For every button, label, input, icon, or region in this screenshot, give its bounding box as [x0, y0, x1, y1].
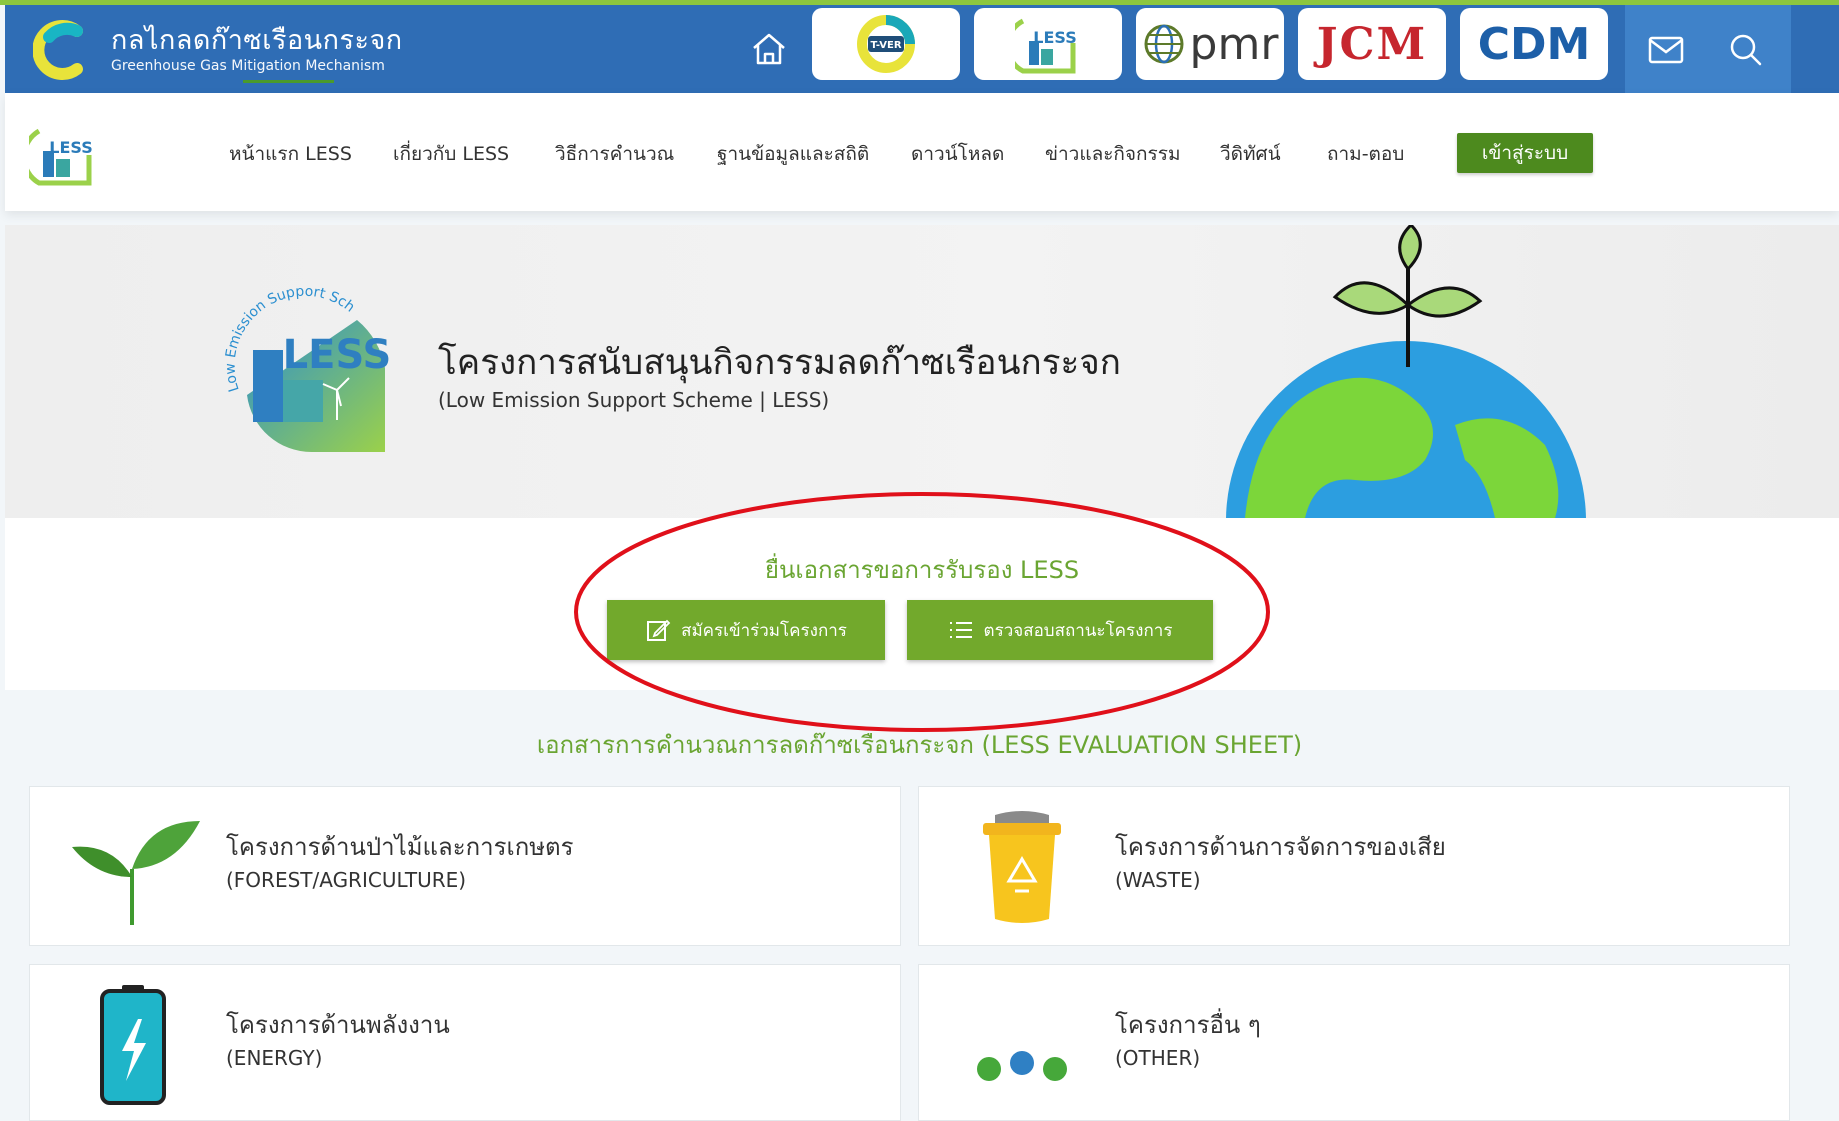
apply-project-button[interactable]: สมัครเข้าร่วมโครงการ: [607, 600, 885, 660]
card-title: โครงการด้านการจัดการของเสีย: [1115, 833, 1446, 861]
nav-item-news[interactable]: ข่าวและกิจกรรม: [1045, 139, 1181, 169]
cta-title: ยื่นเอกสารขอการรับรอง LESS: [764, 556, 1080, 584]
list-icon: [949, 622, 972, 638]
partner-cdm-button[interactable]: CDM: [1460, 8, 1608, 80]
brand-logo-icon: [33, 20, 83, 80]
partner-less-button[interactable]: LESS: [974, 8, 1122, 80]
card-other[interactable]: โครงการอื่น ๆ (OTHER): [918, 964, 1790, 1121]
card-title: โครงการด้านป่าไม้และการเกษตร: [226, 833, 574, 861]
nav-item-download[interactable]: ดาวน์โหลด: [911, 139, 1004, 169]
nav-item-home[interactable]: หน้าแรก LESS: [229, 139, 352, 169]
brand-subtitle: Greenhouse Gas Mitigation Mechanism: [111, 58, 385, 74]
nav-active-underline: [243, 80, 334, 83]
page: กลไกลดก๊าซเรือนกระจก Greenhouse Gas Miti…: [0, 0, 1839, 1121]
cta-section: ยื่นเอกสารขอการรับรอง LESS สมัครเข้าร่วม…: [5, 518, 1839, 690]
nav-item-database[interactable]: ฐานข้อมูลและสถิติ: [717, 139, 869, 169]
card-waste[interactable]: โครงการด้านการจัดการของเสีย (WASTE): [918, 786, 1790, 946]
nav-item-about[interactable]: เกี่ยวกับ LESS: [393, 139, 509, 169]
hero-title: โครงการสนับสนุนกิจกรรมลดก๊าซเรือนกระจก: [438, 343, 1121, 383]
nav-item-calculation[interactable]: วิธีการคำนวณ: [555, 139, 674, 169]
hero-logo-label: LESS: [283, 332, 392, 378]
brand-link[interactable]: กลไกลดก๊าซเรือนกระจก Greenhouse Gas Miti…: [33, 19, 403, 81]
mail-icon[interactable]: [1645, 32, 1687, 68]
less-partner-label: LESS: [1033, 28, 1076, 47]
cdm-label: CDM: [1477, 18, 1591, 70]
recycle-bin-icon: [983, 811, 1061, 923]
nav-item-video[interactable]: วีดิทัศน์: [1220, 139, 1281, 169]
card-subtitle: (OTHER): [1115, 1046, 1201, 1070]
nav-logo-label: LESS: [49, 138, 92, 157]
plant-globe-icon: [1226, 225, 1586, 518]
check-status-label: ตรวจสอบสถานะโครงการ: [983, 620, 1173, 641]
tver-label: T-VER: [870, 40, 901, 51]
partner-jcm-button[interactable]: JCM: [1298, 8, 1446, 80]
card-title: โครงการด้านพลังงาน: [226, 1011, 450, 1039]
sprout-icon: [72, 821, 200, 925]
hero-banner: Low Emission Support Scheme LESS โครงการ…: [5, 225, 1839, 518]
card-subtitle: (ENERGY): [226, 1046, 323, 1070]
tver-logo-icon: T-VER: [857, 15, 915, 73]
card-subtitle: (WASTE): [1115, 868, 1201, 892]
nav-less-logo[interactable]: LESS: [29, 121, 95, 187]
jcm-label: JCM: [1316, 18, 1428, 70]
apply-project-label: สมัครเข้าร่วมโครงการ: [681, 620, 847, 641]
card-title: โครงการอื่น ๆ: [1115, 1011, 1261, 1039]
home-icon[interactable]: [748, 28, 790, 70]
card-subtitle: (FOREST/AGRICULTURE): [226, 868, 467, 892]
pmr-label: pmr: [1189, 18, 1279, 70]
login-button[interactable]: เข้าสู่ระบบ: [1457, 133, 1593, 173]
partner-pmr-button[interactable]: pmr: [1136, 8, 1284, 80]
battery-icon: [100, 985, 166, 1105]
less-logo-icon: LESS: [1015, 18, 1077, 74]
nav-item-faq[interactable]: ถาม-ตอบ: [1327, 139, 1404, 169]
partner-tver-button[interactable]: T-VER: [812, 8, 960, 80]
hero-subtitle: (Low Emission Support Scheme | LESS): [438, 388, 830, 412]
search-icon[interactable]: [1726, 30, 1766, 70]
evaluation-title: เอกสารการคำนวณการลดก๊าซเรือนกระจก (LESS …: [536, 731, 1303, 759]
dots-icon: [977, 1051, 1067, 1081]
globe-icon: [1144, 24, 1184, 64]
main-nav: LESS หน้าแรก LESS เกี่ยวกับ LESS วิธีการ…: [5, 93, 1839, 211]
edit-icon: [647, 619, 671, 641]
brand-name: กลไกลดก๊าซเรือนกระจก: [111, 25, 403, 56]
hero-less-logo: Low Emission Support Scheme LESS: [217, 280, 392, 453]
card-forest-agriculture[interactable]: โครงการด้านป่าไม้และการเกษตร (FOREST/AGR…: [29, 786, 901, 946]
card-energy[interactable]: โครงการด้านพลังงาน (ENERGY): [29, 964, 901, 1121]
check-status-button[interactable]: ตรวจสอบสถานะโครงการ: [907, 600, 1213, 660]
